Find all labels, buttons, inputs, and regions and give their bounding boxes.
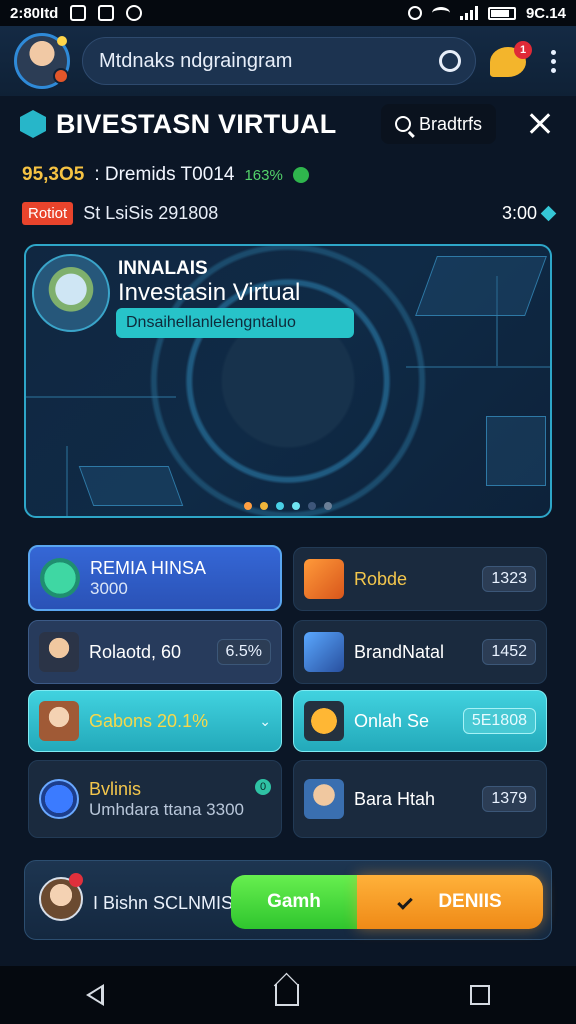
info-text: St LsiSis 291808 xyxy=(83,202,219,223)
person-avatar-icon xyxy=(304,779,344,819)
card-subtitle: Umhdara ttana 3300 xyxy=(89,799,244,819)
stat-label: : Dremids T0014 xyxy=(94,164,235,185)
shield-icon xyxy=(40,558,80,598)
check-icon xyxy=(397,894,414,910)
card-value: 5E1808 xyxy=(462,708,536,734)
chat-button[interactable]: 1 xyxy=(488,41,532,81)
close-icon[interactable] xyxy=(520,104,560,144)
info-badge[interactable]: 0 xyxy=(255,779,271,795)
circuit-line xyxy=(26,396,176,398)
card-rolaotd[interactable]: Rolaotd, 60 6.5% xyxy=(28,620,282,684)
hero-cta[interactable]: Dnsaihellanlelengntaluo xyxy=(116,308,354,338)
info-right: 3:00 xyxy=(501,202,557,224)
system-nav-bar xyxy=(0,966,576,1024)
card-subtitle: 3000 xyxy=(90,578,128,598)
status-badge: Rotiot xyxy=(22,201,74,225)
back-icon[interactable] xyxy=(85,984,104,1006)
stat-value: 95,3O5 xyxy=(22,164,85,185)
info-right-value: 3:00 xyxy=(501,202,537,223)
arrow-logo-icon xyxy=(39,779,79,819)
stats-row: 95,3O5 : Dremids T0014 163% xyxy=(22,160,562,190)
carousel-dot[interactable] xyxy=(276,502,284,510)
search-icon[interactable] xyxy=(439,50,461,72)
card-bvlinis[interactable]: Bvlinis Umhdara ttana 3300 0 xyxy=(28,760,282,838)
battery-icon xyxy=(487,6,516,20)
card-value: 6.5% xyxy=(216,639,271,665)
hero-title: Investasin Virtual xyxy=(118,279,301,306)
card-brandnatal[interactable]: BrandNatal 1452 xyxy=(293,620,547,684)
search-input[interactable]: Mtdnaks ndgraingram xyxy=(99,50,439,73)
card-title: Gabons 20.1% xyxy=(89,710,209,731)
wifi-icon xyxy=(431,7,450,19)
tools-icon xyxy=(304,701,344,741)
carousel-dot[interactable] xyxy=(260,502,268,510)
signal-icon xyxy=(459,6,478,20)
carousel-dot[interactable] xyxy=(308,502,316,510)
app-notification-icon xyxy=(126,5,143,21)
hexagon-logo-icon xyxy=(20,110,46,138)
status-time-left: 2:80Itd xyxy=(10,4,59,22)
message-notification-icon xyxy=(98,5,115,21)
carousel-dot[interactable] xyxy=(292,502,300,510)
trend-up-icon xyxy=(292,167,309,183)
checkbox-notification-icon xyxy=(70,5,87,21)
card-title: Onlah Se xyxy=(354,710,430,731)
title-row: BIVESTASN VIRTUAL Bradtrfs xyxy=(20,100,560,148)
hero-kicker: INNALAIS xyxy=(118,258,208,279)
secondary-button-label: DENIIS xyxy=(438,891,502,912)
search-bar[interactable]: Mtdnaks ndgraingram xyxy=(82,37,476,85)
star-badge-icon xyxy=(57,36,67,46)
card-value: 1452 xyxy=(482,639,536,665)
card-bara-htah[interactable]: Bara Htah 1379 xyxy=(293,760,547,838)
card-onlah-se[interactable]: Onlah Se 5E1808 xyxy=(293,690,547,752)
filter-search-button[interactable]: Bradtrfs xyxy=(380,104,496,144)
app-header: Mtdnaks ndgraingram 1 xyxy=(0,26,576,96)
chat-badge: 1 xyxy=(514,41,532,59)
wand-icon xyxy=(304,632,344,672)
card-remia-hinsa[interactable]: REMIA HINSA 3000 xyxy=(28,545,282,611)
secondary-button[interactable]: DENIIS xyxy=(357,875,543,929)
primary-button[interactable]: Gamh xyxy=(231,875,357,929)
chevron-down-icon[interactable]: ⌄ xyxy=(259,713,271,730)
person-avatar-icon xyxy=(39,701,79,741)
bottom-action-panel: I Bishn SCLNMIS Gamh DENIIS xyxy=(24,860,552,940)
card-title: Bara Htah xyxy=(354,788,436,809)
investment-illustration-icon xyxy=(32,254,110,332)
card-title: REMIA HINSA xyxy=(90,557,207,578)
status-bar: 2:80Itd 9C.14 xyxy=(0,0,576,26)
card-value: 1323 xyxy=(482,566,536,592)
diamond-icon xyxy=(540,205,557,221)
hero-banner[interactable]: INNALAIS Investasin Virtual Dnsaihellanl… xyxy=(24,244,552,518)
filter-search-label: Bradtrfs xyxy=(418,113,482,134)
carousel-dot[interactable] xyxy=(324,502,332,510)
brush-icon xyxy=(304,559,344,599)
notification-dot-icon xyxy=(69,873,83,887)
person-avatar-icon xyxy=(39,632,79,672)
card-robde[interactable]: Robde 1323 xyxy=(293,547,547,611)
card-value: 1379 xyxy=(482,786,536,812)
home-icon[interactable] xyxy=(274,984,299,1006)
page-title: BIVESTASN VIRTUAL xyxy=(56,108,337,139)
circuit-block xyxy=(486,416,546,486)
notification-dot-icon xyxy=(53,68,69,84)
card-title: Bvlinis xyxy=(89,778,142,799)
card-title: Rolaotd, 60 xyxy=(89,641,182,662)
status-time: 9C.14 xyxy=(525,4,566,22)
card-title: Robde xyxy=(354,568,408,589)
card-gabons[interactable]: Gabons 20.1% ⌄ xyxy=(28,690,282,752)
circuit-line xyxy=(406,366,550,368)
carousel-dot[interactable] xyxy=(244,502,252,510)
info-row: Rotiot St LsiSis 291808 3:00 xyxy=(22,198,557,228)
alarm-icon xyxy=(407,6,422,20)
stat-percent: 163% xyxy=(244,166,283,184)
recent-apps-icon[interactable] xyxy=(470,985,491,1005)
circuit-block xyxy=(415,256,547,316)
card-title: BrandNatal xyxy=(354,641,445,662)
carousel-dots xyxy=(26,496,550,516)
magnifier-icon xyxy=(394,116,411,132)
bottom-label: I Bishn SCLNMIS xyxy=(93,893,234,913)
more-menu-icon[interactable] xyxy=(544,41,562,81)
avatar[interactable] xyxy=(14,33,70,89)
